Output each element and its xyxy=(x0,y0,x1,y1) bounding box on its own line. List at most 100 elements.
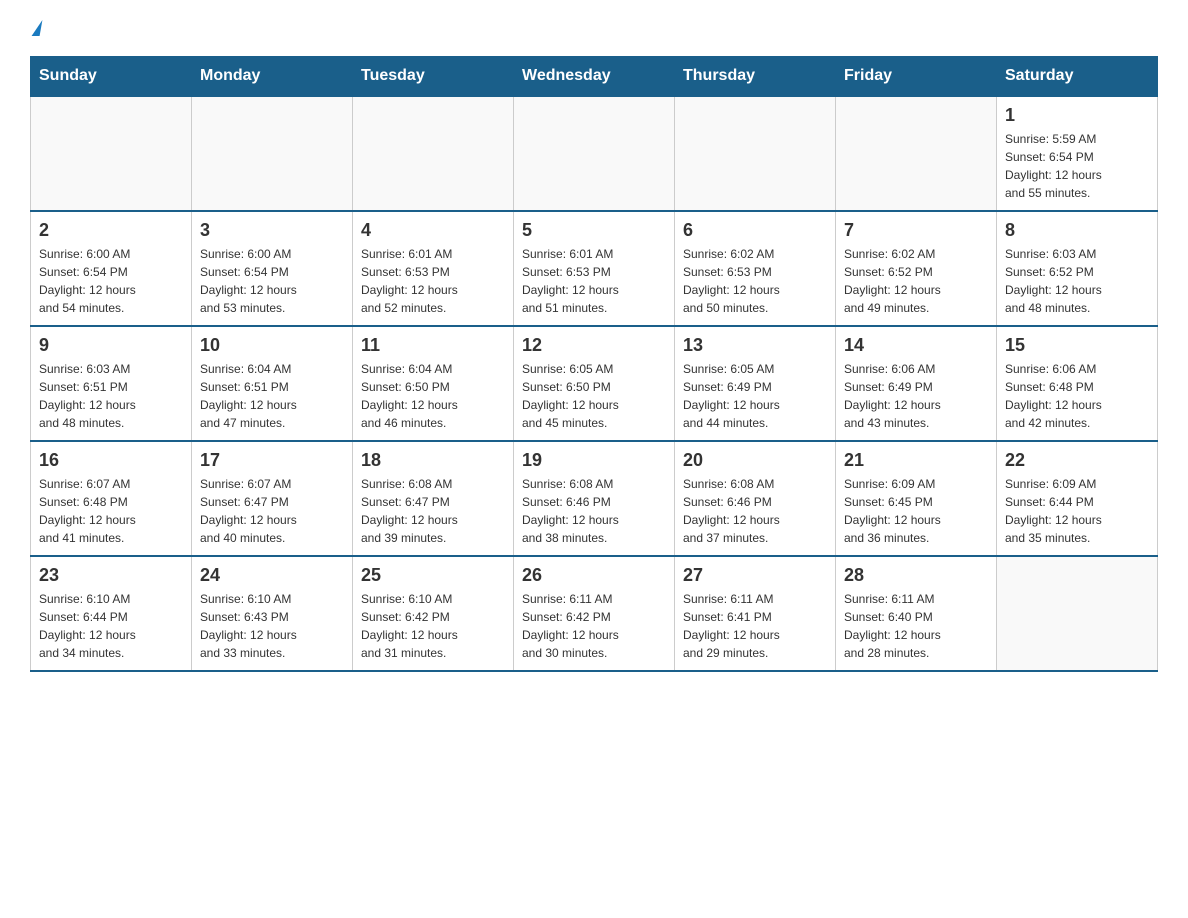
day-number: 17 xyxy=(200,450,344,471)
day-number: 22 xyxy=(1005,450,1149,471)
calendar-cell: 11Sunrise: 6:04 AM Sunset: 6:50 PM Dayli… xyxy=(353,326,514,441)
page-header xyxy=(30,20,1158,36)
column-header-sunday: Sunday xyxy=(31,57,192,97)
column-header-saturday: Saturday xyxy=(997,57,1158,97)
calendar-cell xyxy=(836,96,997,211)
day-number: 21 xyxy=(844,450,988,471)
day-info: Sunrise: 6:03 AM Sunset: 6:52 PM Dayligh… xyxy=(1005,245,1149,317)
day-number: 13 xyxy=(683,335,827,356)
day-info: Sunrise: 6:06 AM Sunset: 6:48 PM Dayligh… xyxy=(1005,360,1149,432)
calendar-cell: 5 Sunrise: 6:01 AM Sunset: 6:53 PM Daylig… xyxy=(514,211,675,326)
day-number: 26 xyxy=(522,565,666,586)
day-number: 28 xyxy=(844,565,988,586)
calendar-cell: 28 Sunrise: 6:11 AM Sunset: 6:40 PM Dayli… xyxy=(836,556,997,671)
calendar-cell: 21 Sunrise: 6:09 AM Sunset: 6:45 PM Dayli… xyxy=(836,441,997,556)
day-info: Sunrise: 6:10 AM Sunset: 6:43 PM Dayligh… xyxy=(200,590,344,662)
day-number: 4 xyxy=(361,220,505,241)
day-number: 20 xyxy=(683,450,827,471)
calendar-cell xyxy=(675,96,836,211)
day-info: Sunrise: 6:10 AM Sunset: 6:44 PM Dayligh… xyxy=(39,590,183,662)
calendar-cell: 24 Sunrise: 6:10 AM Sunset: 6:43 PM Dayli… xyxy=(192,556,353,671)
calendar-cell: 17 Sunrise: 6:07 AM Sunset: 6:47 PM Dayli… xyxy=(192,441,353,556)
day-number: 12 xyxy=(522,335,666,356)
day-info: Sunrise: 6:09 AM Sunset: 6:45 PM Dayligh… xyxy=(844,475,988,547)
day-number: 6 xyxy=(683,220,827,241)
calendar-cell: 1 Sunrise: 5:59 AM Sunset: 6:54 PM Daylig… xyxy=(997,96,1158,211)
day-number: 10 xyxy=(200,335,344,356)
day-number: 16 xyxy=(39,450,183,471)
day-info: Sunrise: 6:04 AM Sunset: 6:51 PM Dayligh… xyxy=(200,360,344,432)
day-info: Sunrise: 6:05 AM Sunset: 6:50 PM Dayligh… xyxy=(522,360,666,432)
calendar-cell: 23 Sunrise: 6:10 AM Sunset: 6:44 PM Dayli… xyxy=(31,556,192,671)
calendar-cell: 22 Sunrise: 6:09 AM Sunset: 6:44 PM Dayli… xyxy=(997,441,1158,556)
day-info: Sunrise: 6:08 AM Sunset: 6:46 PM Dayligh… xyxy=(522,475,666,547)
week-row-2: 2 Sunrise: 6:00 AM Sunset: 6:54 PM Daylig… xyxy=(31,211,1158,326)
day-info: Sunrise: 6:08 AM Sunset: 6:47 PM Dayligh… xyxy=(361,475,505,547)
calendar-cell: 8 Sunrise: 6:03 AM Sunset: 6:52 PM Daylig… xyxy=(997,211,1158,326)
day-number: 24 xyxy=(200,565,344,586)
day-number: 7 xyxy=(844,220,988,241)
week-row-1: 1 Sunrise: 5:59 AM Sunset: 6:54 PM Daylig… xyxy=(31,96,1158,211)
day-number: 8 xyxy=(1005,220,1149,241)
calendar-cell: 9 Sunrise: 6:03 AM Sunset: 6:51 PM Daylig… xyxy=(31,326,192,441)
calendar-cell: 20 Sunrise: 6:08 AM Sunset: 6:46 PM Dayli… xyxy=(675,441,836,556)
calendar-cell: 26 Sunrise: 6:11 AM Sunset: 6:42 PM Dayli… xyxy=(514,556,675,671)
week-row-4: 16 Sunrise: 6:07 AM Sunset: 6:48 PM Dayli… xyxy=(31,441,1158,556)
day-number: 1 xyxy=(1005,105,1149,126)
day-info: Sunrise: 6:07 AM Sunset: 6:48 PM Dayligh… xyxy=(39,475,183,547)
day-info: Sunrise: 6:11 AM Sunset: 6:42 PM Dayligh… xyxy=(522,590,666,662)
day-info: Sunrise: 5:59 AM Sunset: 6:54 PM Dayligh… xyxy=(1005,130,1149,202)
header-row: SundayMondayTuesdayWednesdayThursdayFrid… xyxy=(31,57,1158,97)
day-number: 25 xyxy=(361,565,505,586)
day-info: Sunrise: 6:01 AM Sunset: 6:53 PM Dayligh… xyxy=(522,245,666,317)
day-info: Sunrise: 6:00 AM Sunset: 6:54 PM Dayligh… xyxy=(200,245,344,317)
calendar-cell: 27Sunrise: 6:11 AM Sunset: 6:41 PM Dayli… xyxy=(675,556,836,671)
day-info: Sunrise: 6:10 AM Sunset: 6:42 PM Dayligh… xyxy=(361,590,505,662)
day-number: 5 xyxy=(522,220,666,241)
day-number: 3 xyxy=(200,220,344,241)
calendar-cell: 7 Sunrise: 6:02 AM Sunset: 6:52 PM Daylig… xyxy=(836,211,997,326)
day-info: Sunrise: 6:09 AM Sunset: 6:44 PM Dayligh… xyxy=(1005,475,1149,547)
calendar-cell: 6 Sunrise: 6:02 AM Sunset: 6:53 PM Daylig… xyxy=(675,211,836,326)
day-info: Sunrise: 6:06 AM Sunset: 6:49 PM Dayligh… xyxy=(844,360,988,432)
column-header-tuesday: Tuesday xyxy=(353,57,514,97)
day-number: 2 xyxy=(39,220,183,241)
column-header-wednesday: Wednesday xyxy=(514,57,675,97)
calendar-cell: 3 Sunrise: 6:00 AM Sunset: 6:54 PM Daylig… xyxy=(192,211,353,326)
calendar-cell: 4 Sunrise: 6:01 AM Sunset: 6:53 PM Daylig… xyxy=(353,211,514,326)
day-info: Sunrise: 6:11 AM Sunset: 6:40 PM Dayligh… xyxy=(844,590,988,662)
day-info: Sunrise: 6:01 AM Sunset: 6:53 PM Dayligh… xyxy=(361,245,505,317)
day-number: 19 xyxy=(522,450,666,471)
day-number: 11 xyxy=(361,335,505,356)
calendar-cell: 18 Sunrise: 6:08 AM Sunset: 6:47 PM Dayli… xyxy=(353,441,514,556)
calendar-cell: 25 Sunrise: 6:10 AM Sunset: 6:42 PM Dayli… xyxy=(353,556,514,671)
calendar-cell: 10 Sunrise: 6:04 AM Sunset: 6:51 PM Dayli… xyxy=(192,326,353,441)
week-row-5: 23 Sunrise: 6:10 AM Sunset: 6:44 PM Dayli… xyxy=(31,556,1158,671)
day-info: Sunrise: 6:08 AM Sunset: 6:46 PM Dayligh… xyxy=(683,475,827,547)
calendar-cell xyxy=(353,96,514,211)
column-header-thursday: Thursday xyxy=(675,57,836,97)
day-info: Sunrise: 6:02 AM Sunset: 6:53 PM Dayligh… xyxy=(683,245,827,317)
calendar-cell: 14Sunrise: 6:06 AM Sunset: 6:49 PM Dayli… xyxy=(836,326,997,441)
calendar-cell: 16 Sunrise: 6:07 AM Sunset: 6:48 PM Dayli… xyxy=(31,441,192,556)
day-number: 18 xyxy=(361,450,505,471)
day-info: Sunrise: 6:07 AM Sunset: 6:47 PM Dayligh… xyxy=(200,475,344,547)
calendar-cell: 15 Sunrise: 6:06 AM Sunset: 6:48 PM Dayli… xyxy=(997,326,1158,441)
day-info: Sunrise: 6:03 AM Sunset: 6:51 PM Dayligh… xyxy=(39,360,183,432)
calendar-cell: 2 Sunrise: 6:00 AM Sunset: 6:54 PM Daylig… xyxy=(31,211,192,326)
day-number: 23 xyxy=(39,565,183,586)
day-info: Sunrise: 6:05 AM Sunset: 6:49 PM Dayligh… xyxy=(683,360,827,432)
calendar-cell xyxy=(514,96,675,211)
day-info: Sunrise: 6:00 AM Sunset: 6:54 PM Dayligh… xyxy=(39,245,183,317)
column-header-monday: Monday xyxy=(192,57,353,97)
day-info: Sunrise: 6:02 AM Sunset: 6:52 PM Dayligh… xyxy=(844,245,988,317)
calendar-cell: 13 Sunrise: 6:05 AM Sunset: 6:49 PM Dayli… xyxy=(675,326,836,441)
day-number: 9 xyxy=(39,335,183,356)
calendar-table: SundayMondayTuesdayWednesdayThursdayFrid… xyxy=(30,56,1158,672)
day-number: 15 xyxy=(1005,335,1149,356)
calendar-cell xyxy=(31,96,192,211)
week-row-3: 9 Sunrise: 6:03 AM Sunset: 6:51 PM Daylig… xyxy=(31,326,1158,441)
column-header-friday: Friday xyxy=(836,57,997,97)
calendar-cell: 19 Sunrise: 6:08 AM Sunset: 6:46 PM Dayli… xyxy=(514,441,675,556)
logo xyxy=(30,20,41,36)
